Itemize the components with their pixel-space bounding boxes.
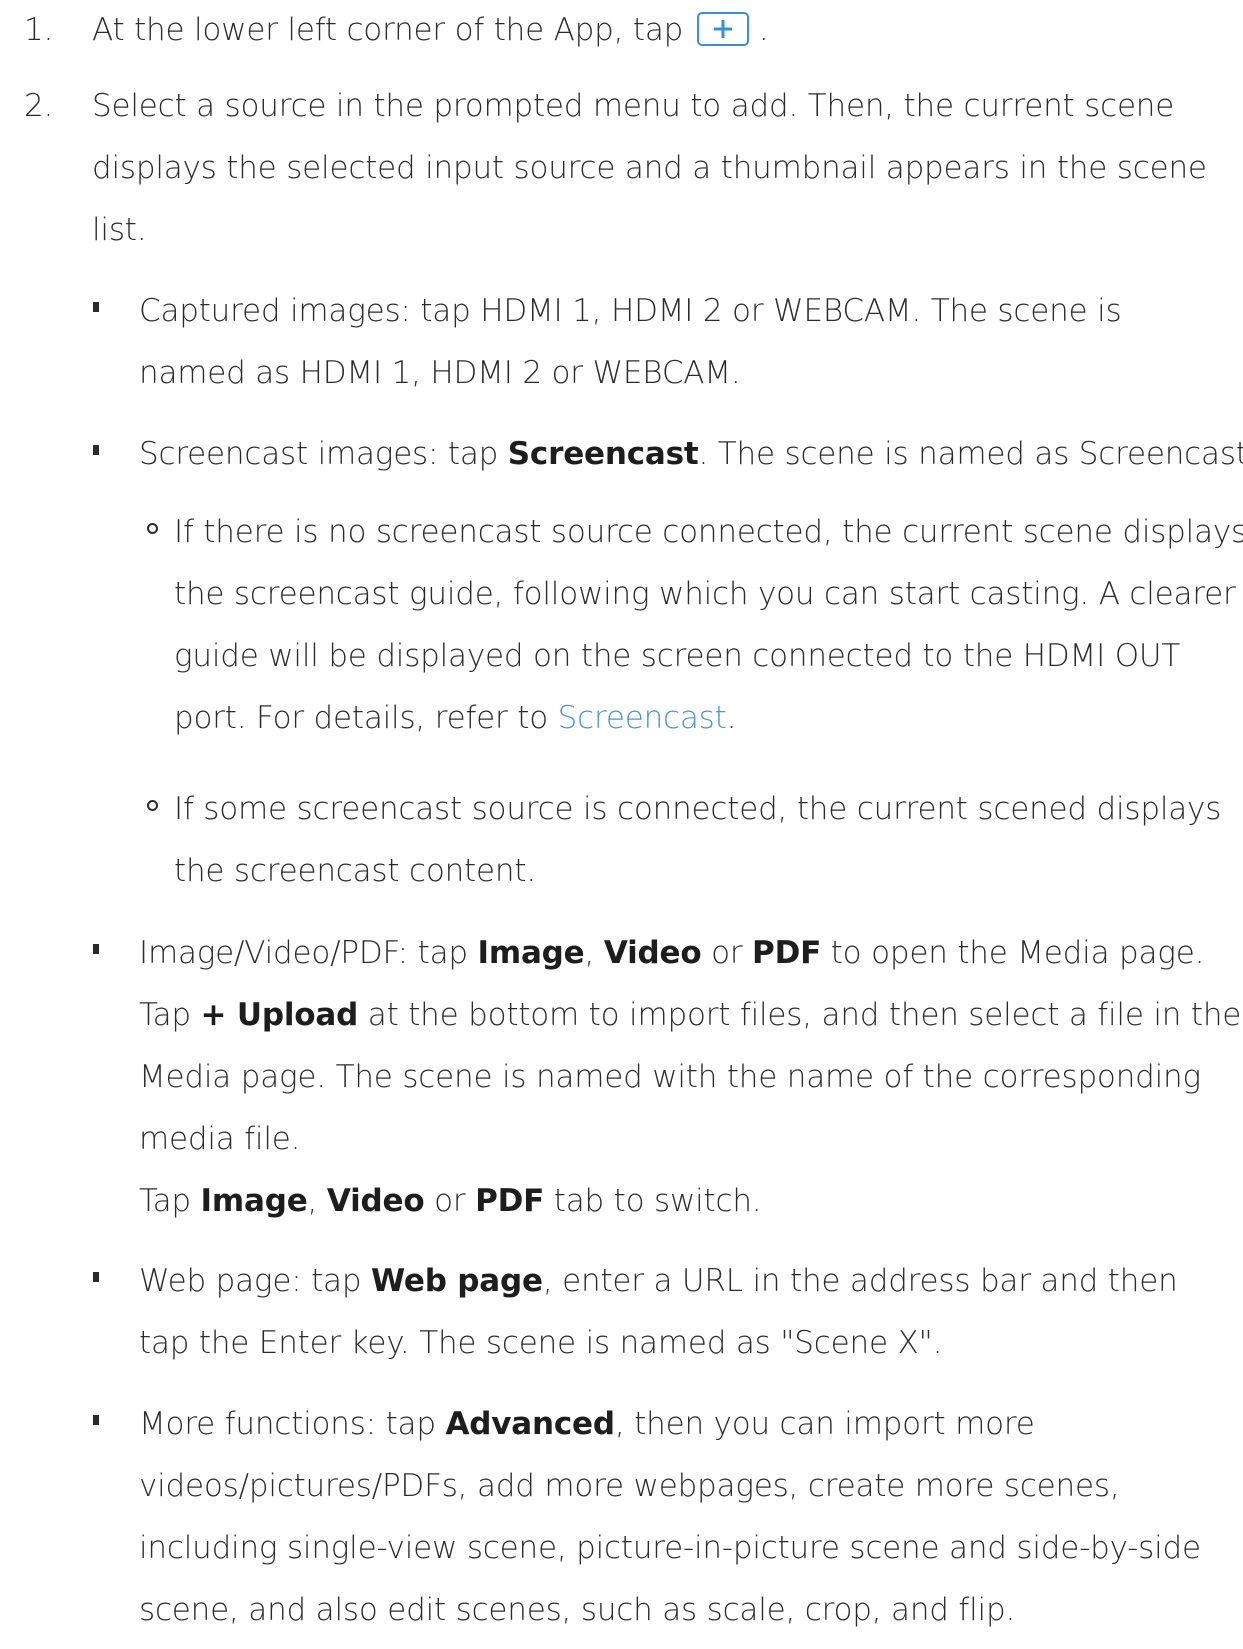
media-l2-post: at the bottom to import files, and then …: [358, 997, 1242, 1033]
screencast-sub1-line-4: port. For details, refer to Screencast.: [174, 698, 736, 738]
screencast-pre: Screencast images: tap: [139, 436, 508, 472]
media-l1-post: to open the Media page.: [821, 935, 1205, 971]
media-line-3: Media page. The scene is named with the …: [139, 1059, 1201, 1095]
media-l5-pre: Tap: [139, 1183, 201, 1219]
step-2-line-2: displays the selected input source and a…: [92, 150, 1207, 186]
advanced-line-3: including single-view scene, picture-in-…: [139, 1530, 1201, 1566]
bullet-square-icon: [93, 944, 99, 954]
step-1-text: At the lower left corner of the App, tap…: [92, 10, 769, 50]
media-line-1: Image/Video/PDF: tap Image, Video or PDF…: [139, 933, 1204, 973]
media-pdf-bold: PDF: [752, 935, 822, 971]
advanced-bold: Advanced: [445, 1406, 615, 1442]
captured-line-1: Captured images: tap HDMI 1, HDMI 2 or W…: [139, 293, 1122, 329]
step-1-text-after: .: [758, 12, 769, 48]
screencast-sub1-pre: port. For details, refer to: [174, 700, 558, 736]
webpage-post: , enter a URL in the address bar and the…: [542, 1263, 1178, 1299]
document-page: 1. At the lower left corner of the App, …: [0, 0, 1243, 1649]
media-pdf-bold-2: PDF: [475, 1183, 545, 1219]
screencast-bold: Screencast: [507, 436, 699, 472]
screencast-post: . The scene is named as Screencast.: [698, 436, 1243, 472]
advanced-line-1: More functions: tap Advanced, then you c…: [139, 1404, 1035, 1444]
step-number-2: 2.: [24, 88, 54, 124]
media-l5-post: tab to switch.: [544, 1183, 762, 1219]
media-video-bold: Video: [603, 935, 702, 971]
screencast-sub2-line-1: If some screencast source is connected, …: [174, 791, 1222, 827]
screencast-sub1-post: .: [726, 700, 737, 736]
media-line-4: media file.: [139, 1121, 301, 1157]
screencast-line: Screencast images: tap Screencast. The s…: [139, 434, 1243, 474]
screencast-sub1-line-1: If there is no screencast source connect…: [174, 514, 1243, 550]
bullet-square-icon: [93, 445, 99, 455]
step-1-text-before: At the lower left corner of the App, tap: [92, 12, 684, 48]
bullet-circle-icon: [147, 800, 158, 811]
captured-line-2: named as HDMI 1, HDMI 2 or WEBCAM.: [139, 355, 741, 391]
media-or: or: [701, 935, 753, 971]
step-2-line-1: Select a source in the prompted menu to …: [92, 88, 1175, 124]
media-comma-2: ,: [307, 1183, 327, 1219]
screencast-sub1-line-3: guide will be displayed on the screen co…: [174, 638, 1181, 674]
media-line-2: Tap + Upload at the bottom to import fil…: [139, 995, 1241, 1035]
bullet-square-icon: [93, 302, 99, 312]
media-or-2: or: [424, 1183, 476, 1219]
webpage-pre: Web page: tap: [139, 1263, 371, 1299]
media-video-bold-2: Video: [326, 1183, 425, 1219]
media-comma: ,: [584, 935, 604, 971]
webpage-line-2: tap the Enter key. The scene is named as…: [139, 1325, 943, 1361]
advanced-pre: More functions: tap: [139, 1406, 446, 1442]
media-l2-pre: Tap: [139, 997, 201, 1033]
media-image-bold: Image: [477, 935, 585, 971]
bullet-square-icon: [93, 1415, 99, 1425]
media-l1-pre: Image/Video/PDF: tap: [139, 935, 478, 971]
advanced-line-2: videos/pictures/PDFs, add more webpages,…: [139, 1468, 1120, 1504]
screencast-sub2-line-2: the screencast content.: [174, 853, 536, 889]
advanced-post: , then you can import more: [614, 1406, 1035, 1442]
add-source-plus-icon: [697, 11, 750, 46]
webpage-bold: Web page: [370, 1263, 543, 1299]
webpage-line-1: Web page: tap Web page, enter a URL in t…: [139, 1261, 1178, 1301]
step-2-line-3: list.: [92, 212, 147, 248]
bullet-square-icon: [93, 1272, 99, 1282]
step-number-1: 1.: [24, 12, 54, 48]
advanced-line-4: scene, and also edit scenes, such as sca…: [139, 1592, 1016, 1628]
media-upload-bold: + Upload: [200, 997, 359, 1033]
screencast-link[interactable]: Screencast: [558, 700, 727, 736]
screencast-sub1-line-2: the screencast guide, following which yo…: [174, 576, 1236, 612]
bullet-circle-icon: [147, 523, 158, 534]
media-line-5: Tap Image, Video or PDF tab to switch.: [139, 1181, 762, 1221]
media-image-bold-2: Image: [200, 1183, 308, 1219]
